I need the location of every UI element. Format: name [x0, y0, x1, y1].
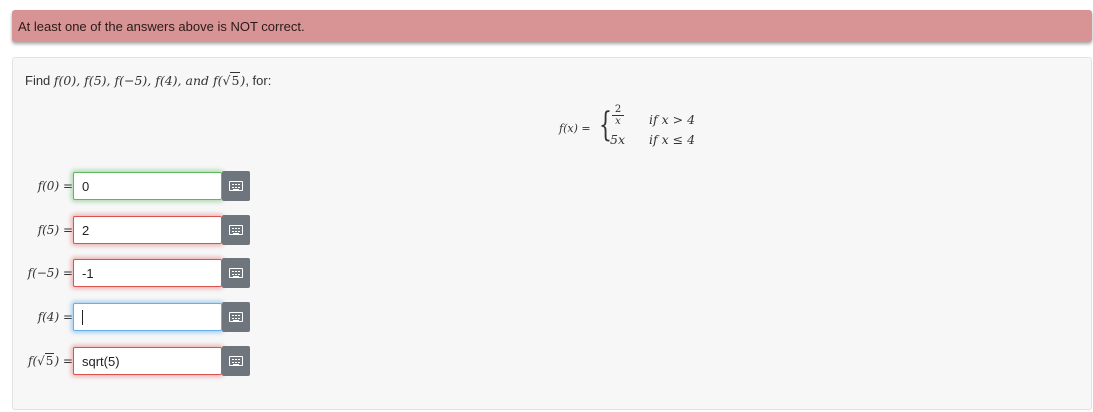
- answer-row-4: f(√5) =: [13, 346, 73, 376]
- problem-panel: Find f(0), f(5), f(−5), f(4), and f(√5),…: [12, 57, 1092, 410]
- math-keyboard-button[interactable]: [222, 171, 250, 201]
- keyboard-icon: [229, 268, 243, 278]
- answer-input-f4[interactable]: [73, 303, 222, 331]
- answer-label: f(√5) =: [28, 353, 73, 368]
- answer-label: f(−5) =: [27, 266, 73, 280]
- answer-row-1: f(5) =: [13, 215, 73, 245]
- prompt-sqrt-term: f(√5): [212, 72, 246, 88]
- keyboard-icon: [229, 356, 243, 366]
- answer-row-0: f(0) =: [13, 171, 73, 201]
- case1-condition: if x > 4: [649, 112, 696, 127]
- keyboard-icon: [229, 225, 243, 235]
- math-keyboard-button[interactable]: [222, 346, 250, 376]
- text-caret: [82, 309, 83, 325]
- answer-row-2: f(−5) =: [13, 258, 73, 288]
- answer-label: f(5) =: [37, 223, 73, 237]
- problem-prompt: Find f(0), f(5), f(−5), f(4), and f(√5),…: [25, 72, 272, 88]
- function-lhs: f(x) =: [559, 122, 591, 135]
- case2-condition: if x ≤ 4: [649, 132, 696, 147]
- answer-input-f5[interactable]: 2: [73, 216, 222, 244]
- answer-row-3: f(4) =: [13, 302, 73, 332]
- answer-input-f0[interactable]: 0: [73, 172, 222, 200]
- piecewise-function: f(x) = { 2 x if x > 4 5x if x ≤ 4: [559, 104, 719, 152]
- math-keyboard-button[interactable]: [222, 302, 250, 332]
- answer-input-f-neg5[interactable]: -1: [73, 259, 222, 287]
- alert-message: At least one of the answers above is NOT…: [18, 18, 305, 34]
- answer-input-f-sqrt5[interactable]: sqrt(5): [73, 347, 222, 375]
- math-keyboard-button[interactable]: [222, 215, 250, 245]
- answer-label: f(0) =: [37, 179, 73, 193]
- prompt-suffix: , for:: [245, 73, 272, 88]
- case2-expression: 5x: [610, 132, 626, 147]
- answer-label: f(4) =: [37, 310, 73, 324]
- case1-fraction: 2 x: [612, 104, 624, 127]
- keyboard-icon: [229, 312, 243, 322]
- prompt-function-list: f(0), f(5), f(−5), f(4), and: [53, 73, 213, 88]
- answer-feedback-alert: At least one of the answers above is NOT…: [12, 10, 1092, 42]
- math-keyboard-button[interactable]: [222, 258, 250, 288]
- keyboard-icon: [229, 181, 243, 191]
- prompt-prefix: Find: [25, 73, 54, 88]
